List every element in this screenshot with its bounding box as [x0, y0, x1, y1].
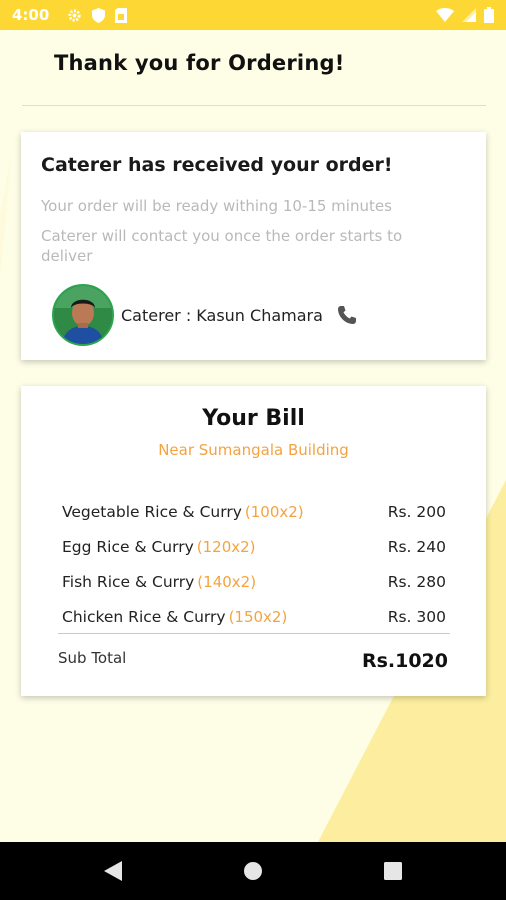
phone-icon[interactable] — [337, 305, 357, 325]
bill-item-name: Vegetable Rice & Curry — [62, 502, 242, 521]
battery-icon — [484, 7, 494, 23]
subtotal-label: Sub Total — [58, 649, 127, 667]
bill-item-name: Egg Rice & Curry — [62, 537, 194, 556]
status-time: 4:00 — [12, 6, 50, 24]
bill-title: Your Bill — [202, 406, 305, 431]
shield-icon — [92, 7, 106, 23]
gear-icon — [67, 8, 82, 23]
page-title: Thank you for Ordering! — [54, 51, 345, 75]
bill-item-qty: (150x2) — [228, 607, 288, 626]
title-divider — [22, 105, 486, 106]
bill-divider — [58, 633, 450, 634]
bill-item-price: Rs. 200 — [387, 502, 446, 521]
recents-icon[interactable] — [373, 851, 413, 891]
bill-item: Egg Rice & Curry (120x2) Rs. 240 — [62, 529, 446, 564]
sim-card-icon — [115, 7, 128, 23]
bill-item-qty: (100x2) — [244, 502, 304, 521]
order-status-card: Caterer has received your order! Your or… — [21, 132, 486, 360]
bill-item-price: Rs. 280 — [387, 572, 446, 591]
ready-time-text: Your order will be ready withing 10-15 m… — [41, 197, 392, 215]
bill-item-qty: (140x2) — [197, 572, 257, 591]
bill-item: Chicken Rice & Curry (150x2) Rs. 300 — [62, 599, 446, 634]
bill-item-name: Chicken Rice & Curry — [62, 607, 226, 626]
wifi-icon — [436, 8, 454, 22]
bill-card: Your Bill Near Sumangala Building Vegeta… — [21, 386, 486, 696]
caterer-row: Caterer : Kasun Chamara — [52, 284, 357, 346]
bill-item-price: Rs. 240 — [387, 537, 446, 556]
bill-item-price: Rs. 300 — [387, 607, 446, 626]
status-heading: Caterer has received your order! — [41, 154, 393, 176]
navigation-bar — [0, 842, 506, 900]
bill-item-qty: (120x2) — [196, 537, 256, 556]
bill-item: Vegetable Rice & Curry (100x2) Rs. 200 — [62, 494, 446, 529]
status-bar: 4:00 — [0, 0, 506, 30]
signal-icon — [462, 8, 476, 22]
subtotal-value: Rs.1020 — [361, 650, 448, 672]
home-icon[interactable] — [233, 851, 273, 891]
bill-item-name: Fish Rice & Curry — [62, 572, 195, 591]
bill-location: Near Sumangala Building — [158, 441, 349, 459]
bill-item: Fish Rice & Curry (140x2) Rs. 280 — [62, 564, 446, 599]
avatar — [52, 284, 114, 346]
back-icon[interactable] — [93, 851, 133, 891]
contact-info-text: Caterer will contact you once the order … — [41, 227, 403, 265]
bill-items: Vegetable Rice & Curry (100x2) Rs. 200 E… — [62, 494, 446, 634]
main-content: Thank you for Ordering! Caterer has rece… — [0, 30, 506, 842]
caterer-name: Caterer : Kasun Chamara — [121, 305, 323, 325]
